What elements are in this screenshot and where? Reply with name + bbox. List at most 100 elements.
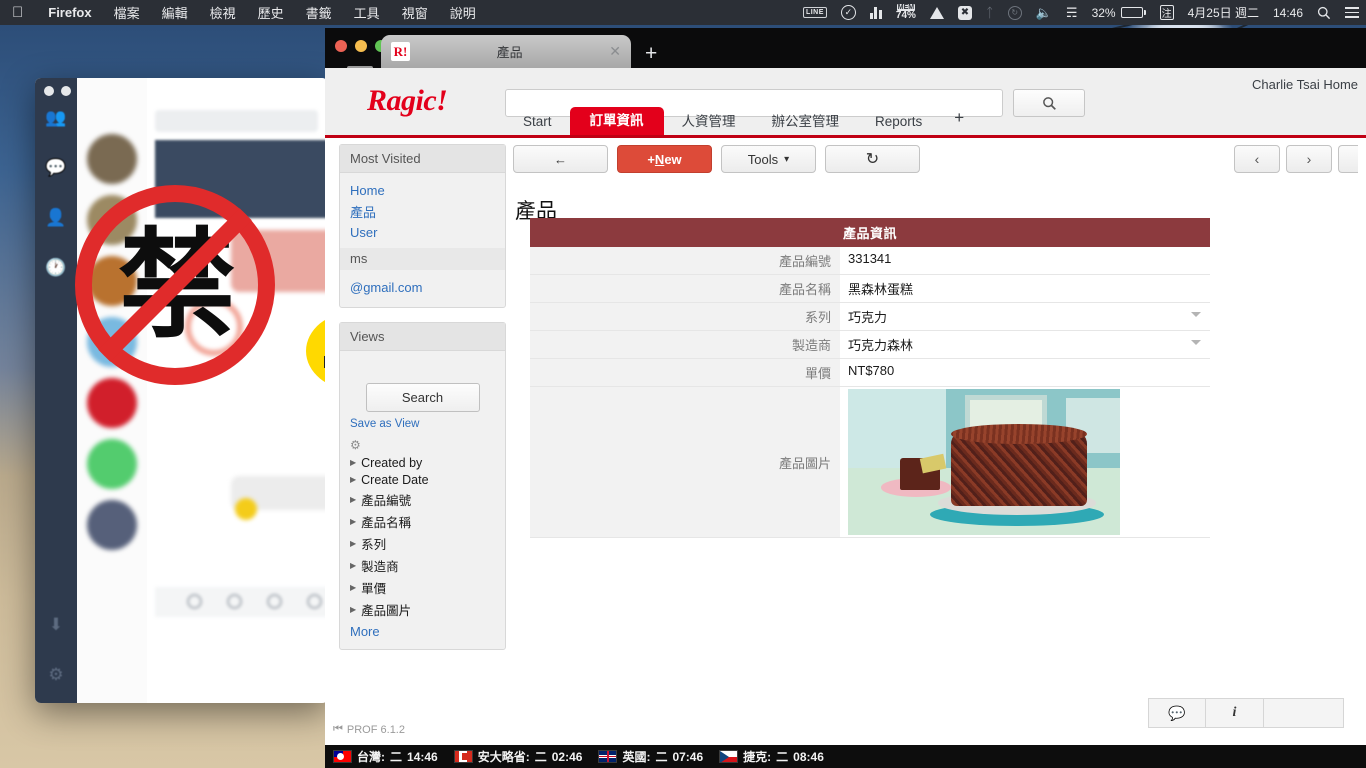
menu-view[interactable]: 檢視 <box>199 3 247 22</box>
tab-start[interactable]: Start <box>505 110 570 136</box>
window-minimize-button[interactable] <box>355 40 367 52</box>
window-close-button[interactable] <box>335 40 347 52</box>
line-menu-icon[interactable]: LINE <box>796 7 834 18</box>
tab-hr-management[interactable]: 人資管理 <box>664 110 754 136</box>
chevron-down-icon[interactable] <box>1191 340 1201 345</box>
wifi-icon[interactable]: ☴ <box>1059 5 1085 21</box>
timeline-icon[interactable]: 🕐 <box>45 258 66 278</box>
list-item[interactable] <box>87 134 137 184</box>
firefox-browser-window[interactable]: 25 R! 產品 ✕ + Ragic! Charlie Tsai Home <box>325 28 1366 746</box>
more-link[interactable]: More <box>350 624 495 639</box>
field-value-image[interactable] <box>840 387 1210 537</box>
add-friend-icon[interactable]: 👤 <box>45 208 66 228</box>
list-item[interactable] <box>87 195 137 245</box>
refresh-button[interactable]: ↻ <box>825 145 920 173</box>
browser-tab-strip[interactable]: 25 R! 產品 ✕ + <box>325 28 1366 71</box>
menu-file[interactable]: 檔案 <box>103 3 151 22</box>
previous-record-button[interactable]: ‹ <box>1234 145 1280 173</box>
menu-tools[interactable]: 工具 <box>343 3 391 22</box>
sidebar-link-user[interactable]: User <box>350 223 495 242</box>
add-tab-button[interactable]: + <box>940 104 978 135</box>
back-button[interactable]: ← <box>513 145 608 173</box>
field-value[interactable]: 巧克力 <box>840 303 1210 330</box>
macos-menu-bar[interactable]:  Firefox 檔案 編輯 檢視 歷史 書籤 工具 視窗 說明 LINE ✓… <box>0 0 1366 25</box>
field-value[interactable]: 331341 <box>840 247 1210 274</box>
menu-bookmarks[interactable]: 書籤 <box>295 3 343 22</box>
table-row[interactable]: 製造商 巧克力森林 <box>530 331 1210 359</box>
pager-overflow-button[interactable] <box>1338 145 1358 173</box>
list-item[interactable] <box>87 317 137 367</box>
field-value[interactable]: NT$780 <box>840 359 1210 386</box>
save-as-view-link[interactable]: Save as View <box>350 418 495 430</box>
tab-order-info[interactable]: 訂單資訊 <box>569 106 664 135</box>
line-sidebar-rail[interactable]: 👥 💬 👤 🕐 ⬇ ⚙ <box>35 78 77 703</box>
battery-status[interactable]: 32% <box>1085 6 1153 20</box>
field-product-id[interactable]: ▶ 產品編號 <box>350 488 495 510</box>
new-record-button[interactable]: +New <box>617 145 712 173</box>
spotlight-search-icon[interactable] <box>1310 6 1338 20</box>
field-product-name[interactable]: ▶ 產品名稱 <box>350 510 495 532</box>
sidebar-link-email[interactable]: @gmail.com <box>350 278 495 297</box>
tab-reports[interactable]: Reports <box>857 110 940 136</box>
tab-office-management[interactable]: 辦公室管理 <box>754 110 858 136</box>
table-row[interactable]: 產品名稱 黑森林蛋糕 <box>530 275 1210 303</box>
settings-gear-icon[interactable]: ⚙ <box>48 665 63 685</box>
chats-icon[interactable]: 💬 <box>45 158 66 178</box>
bluetooth-icon[interactable]: ᛏ <box>979 5 1001 20</box>
apple-icon[interactable]:  <box>0 5 37 20</box>
field-series[interactable]: ▶ 系列 <box>350 532 495 554</box>
gear-icon[interactable]: ⚙ <box>350 438 495 452</box>
ragic-nav-tabs[interactable]: Start 訂單資訊 人資管理 辦公室管理 Reports + <box>325 105 1366 135</box>
footer-extra-button[interactable] <box>1264 698 1344 728</box>
record-toolbar[interactable]: ← +New Tools ▾ ↻ <box>513 145 920 173</box>
field-unit-price[interactable]: ▶ 單價 <box>350 576 495 598</box>
info-button[interactable]: i <box>1206 698 1264 728</box>
input-method-icon[interactable]: 注 <box>1153 5 1181 20</box>
field-created-by[interactable]: ▶ Created by <box>350 454 495 471</box>
table-row[interactable]: 產品編號 331341 <box>530 247 1210 275</box>
list-item[interactable] <box>87 378 137 428</box>
volume-icon[interactable]: 🔈 <box>1029 5 1059 21</box>
sidebar-link-product[interactable]: 產品 <box>350 200 495 223</box>
record-footer-buttons[interactable]: 💬 i <box>1148 698 1344 728</box>
recent-items-row[interactable]: ms <box>340 248 505 270</box>
line-minimize-button[interactable] <box>61 86 71 96</box>
tools-dropdown-button[interactable]: Tools ▾ <box>721 145 816 173</box>
menubar-date[interactable]: 4月25日 週二 <box>1181 4 1266 21</box>
download-icon[interactable]: ⬇ <box>49 615 63 635</box>
table-row-image[interactable]: 產品圖片 <box>530 387 1210 538</box>
chevron-down-icon[interactable] <box>1191 312 1201 317</box>
menu-firefox[interactable]: Firefox <box>37 5 102 20</box>
record-pager[interactable]: ‹ › <box>1234 145 1358 173</box>
line-conversation-list[interactable] <box>77 78 147 703</box>
field-create-date[interactable]: ▶ Create Date <box>350 471 495 488</box>
menu-history[interactable]: 歷史 <box>247 3 295 22</box>
menubar-time[interactable]: 14:46 <box>1266 6 1310 20</box>
memory-indicator[interactable]: MEM 74% <box>889 4 923 21</box>
field-manufacturer[interactable]: ▶ 製造商 <box>350 554 495 576</box>
new-tab-button[interactable]: + <box>645 43 657 64</box>
line-app-window[interactable]: 👥 💬 👤 🕐 ⬇ ⚙ <box>35 78 328 703</box>
friends-icon[interactable]: 👥 <box>45 108 66 128</box>
line-close-button[interactable] <box>44 86 54 96</box>
window-traffic-lights[interactable] <box>335 40 387 52</box>
xmarks-icon[interactable]: ✖ <box>951 5 979 20</box>
product-image[interactable] <box>848 389 1120 535</box>
menu-help[interactable]: 說明 <box>439 3 487 22</box>
menu-edit[interactable]: 編輯 <box>151 3 199 22</box>
istat-bars-icon[interactable] <box>863 6 889 19</box>
google-drive-icon[interactable] <box>923 6 951 19</box>
line-composer-toolbar[interactable] <box>155 587 328 617</box>
tab-product[interactable]: R! 產品 ✕ <box>347 35 631 71</box>
table-row[interactable]: 系列 巧克力 <box>530 303 1210 331</box>
notification-center-icon[interactable] <box>1338 7 1366 18</box>
list-item[interactable] <box>87 439 137 489</box>
menu-window[interactable]: 視窗 <box>391 3 439 22</box>
sidebar-link-home[interactable]: Home <box>350 181 495 200</box>
time-machine-icon[interactable]: ↻ <box>1001 5 1029 20</box>
sidebar-search-button[interactable]: Search <box>365 383 480 412</box>
list-item[interactable] <box>87 256 137 306</box>
field-value[interactable]: 巧克力森林 <box>840 331 1210 358</box>
user-home-label[interactable]: Charlie Tsai Home <box>1252 77 1358 92</box>
check-circle-icon[interactable]: ✓ <box>834 5 863 20</box>
